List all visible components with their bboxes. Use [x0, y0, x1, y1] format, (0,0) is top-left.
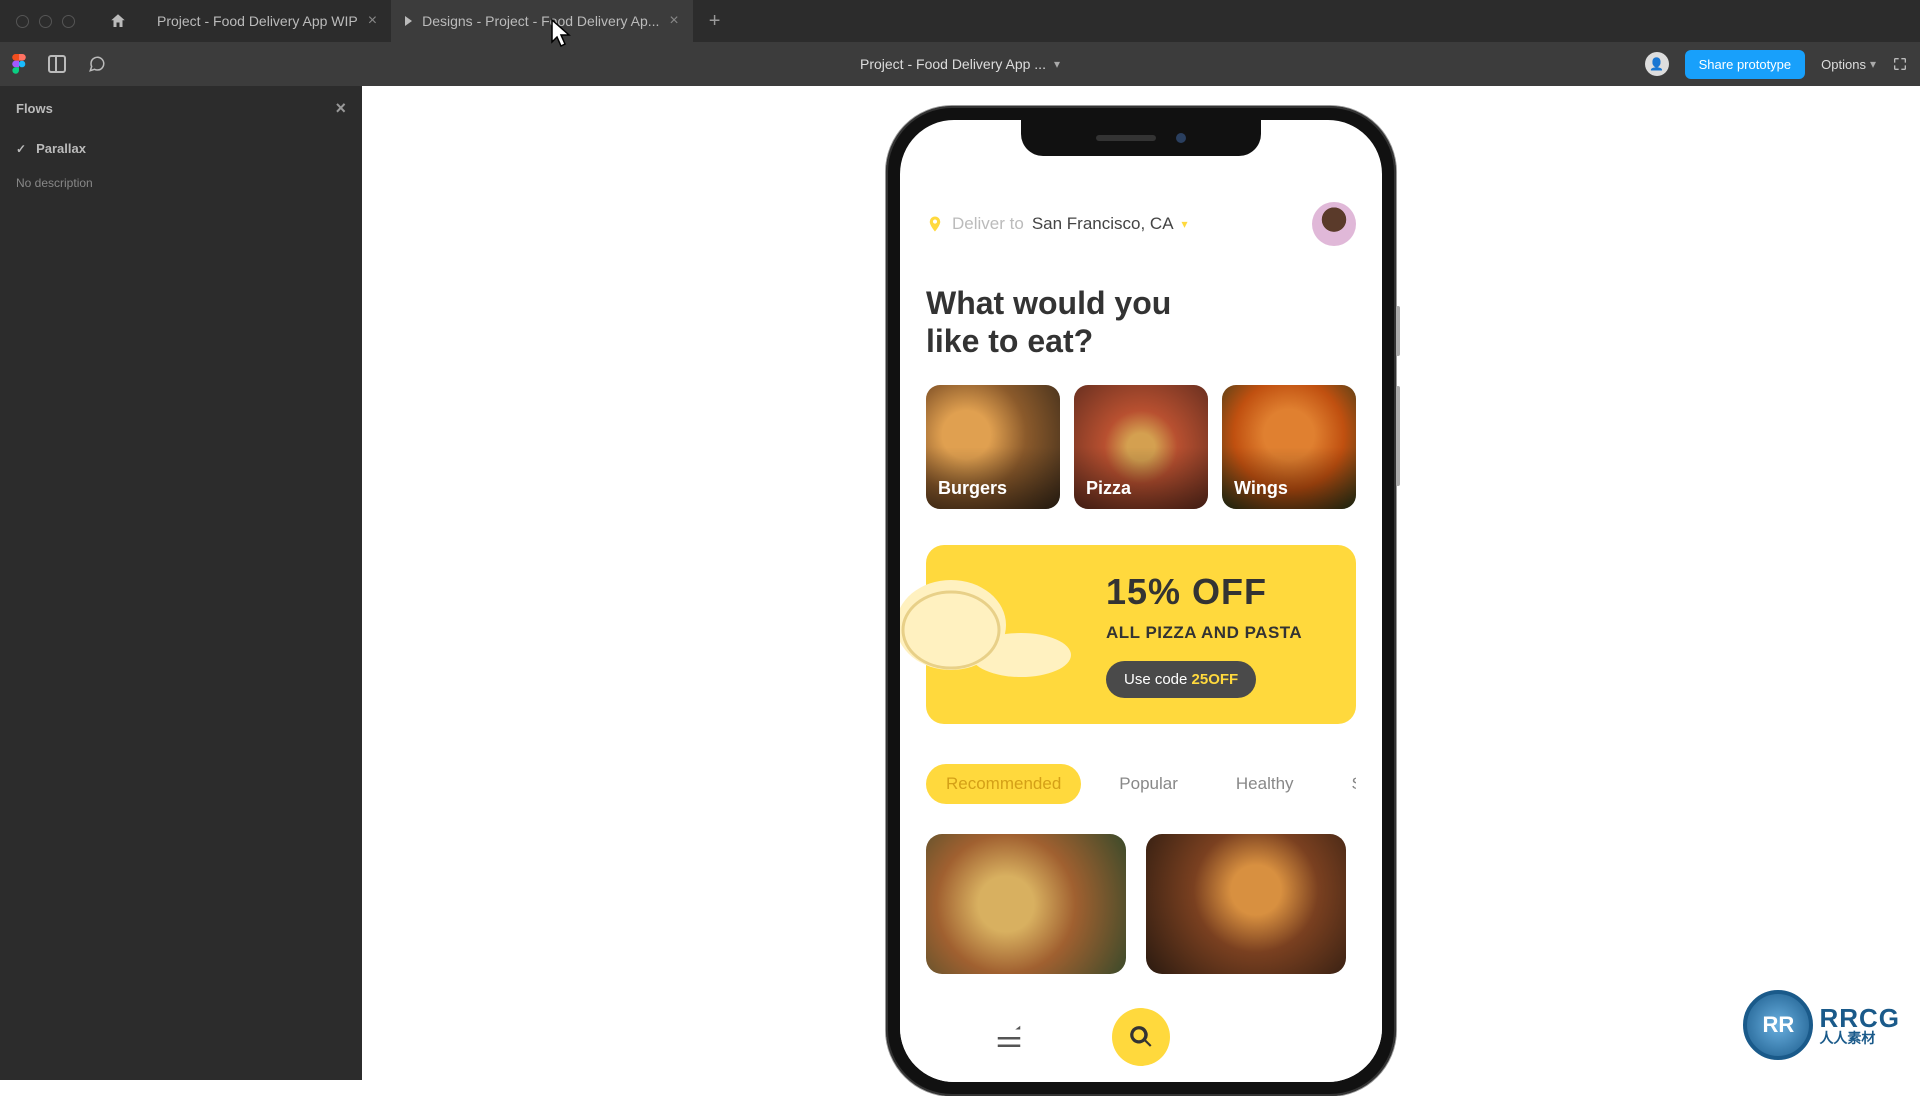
filter-more[interactable]: Sa: [1332, 764, 1356, 804]
flow-item-parallax[interactable]: ✓ Parallax: [0, 131, 362, 166]
tab-project[interactable]: Project - Food Delivery App WIP ×: [143, 0, 391, 42]
menu-icon[interactable]: [994, 1022, 1024, 1052]
fullscreen-icon[interactable]: [1892, 56, 1908, 72]
promo-code-button[interactable]: Use code 25OFF: [1106, 661, 1256, 698]
prototype-canvas[interactable]: Deliver to San Francisco, CA ▾ What woul…: [362, 86, 1920, 1080]
flows-panel: Flows × ✓ Parallax No description: [0, 86, 362, 1080]
promo-title: 15% OFF: [1106, 571, 1330, 613]
maximize-window-icon[interactable]: [62, 15, 75, 28]
close-window-icon[interactable]: [16, 15, 29, 28]
rrcg-watermark-logo: RR RRCG 人人素材: [1743, 990, 1900, 1060]
filter-row: Recommended Popular Healthy Sa: [926, 764, 1356, 804]
tab-label: Designs - Project - Food Delivery Ap...: [422, 13, 659, 29]
category-burgers[interactable]: Burgers: [926, 385, 1060, 509]
flows-title: Flows: [16, 101, 53, 116]
promo-banner[interactable]: 15% OFF ALL PIZZA AND PASTA Use code 25O…: [926, 545, 1356, 724]
city-label: San Francisco, CA: [1032, 214, 1174, 234]
flow-label: Parallax: [36, 141, 86, 156]
headline: What would you like to eat?: [926, 284, 1356, 361]
new-tab-button[interactable]: +: [693, 10, 737, 33]
chevron-down-icon: ▾: [1870, 57, 1876, 71]
close-icon[interactable]: ×: [335, 98, 346, 119]
location-pin-icon: [926, 213, 944, 235]
filter-healthy[interactable]: Healthy: [1216, 764, 1314, 804]
play-icon: [405, 16, 412, 26]
sidebar-toggle-icon[interactable]: [48, 55, 66, 73]
food-card-burger[interactable]: [1146, 834, 1346, 974]
tab-designs[interactable]: Designs - Project - Food Delivery Ap... …: [391, 0, 693, 42]
flow-description: No description: [0, 166, 362, 200]
recommendation-cards: [926, 834, 1356, 974]
tab-label: Project - Food Delivery App WIP: [157, 13, 358, 29]
chevron-down-icon: ▾: [1182, 217, 1188, 231]
toolbar: Project - Food Delivery App ... ▾ 👤 Shar…: [0, 42, 1920, 86]
close-icon[interactable]: ×: [669, 12, 678, 30]
window-controls: [0, 15, 93, 28]
pointing-hand-icon: [900, 555, 1096, 715]
promo-subtitle: ALL PIZZA AND PASTA: [1106, 623, 1330, 643]
category-row: Burgers Pizza Wings: [926, 385, 1356, 509]
location-selector[interactable]: Deliver to San Francisco, CA ▾: [926, 213, 1188, 235]
minimize-window-icon[interactable]: [39, 15, 52, 28]
user-avatar[interactable]: 👤: [1645, 52, 1669, 76]
category-wings[interactable]: Wings: [1222, 385, 1356, 509]
figma-logo-icon[interactable]: [12, 54, 26, 74]
share-prototype-button[interactable]: Share prototype: [1685, 50, 1806, 79]
options-menu[interactable]: Options ▾: [1821, 57, 1876, 72]
deliver-to-label: Deliver to: [952, 214, 1024, 234]
profile-avatar[interactable]: [1312, 202, 1356, 246]
check-icon: ✓: [16, 142, 26, 156]
home-icon[interactable]: [109, 12, 127, 30]
search-button[interactable]: [1112, 1008, 1170, 1066]
filter-popular[interactable]: Popular: [1099, 764, 1198, 804]
category-pizza[interactable]: Pizza: [1074, 385, 1208, 509]
phone-notch: [1021, 120, 1261, 156]
titlebar: Project - Food Delivery App WIP × Design…: [0, 0, 1920, 42]
food-card-pizza[interactable]: [926, 834, 1126, 974]
file-title[interactable]: Project - Food Delivery App ... ▾: [860, 56, 1060, 72]
search-icon: [1128, 1024, 1154, 1050]
close-icon[interactable]: ×: [368, 12, 377, 30]
phone-frame: Deliver to San Francisco, CA ▾ What woul…: [886, 106, 1396, 1096]
app-screen: Deliver to San Francisco, CA ▾ What woul…: [900, 120, 1382, 1082]
bottom-nav: [900, 992, 1382, 1082]
filter-recommended[interactable]: Recommended: [926, 764, 1081, 804]
comment-icon[interactable]: [88, 55, 106, 73]
chevron-down-icon: ▾: [1054, 57, 1060, 71]
